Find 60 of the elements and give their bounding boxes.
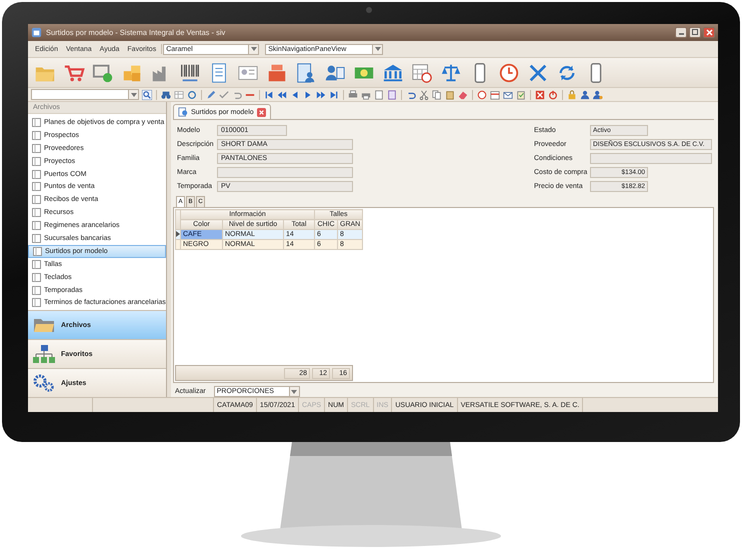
toolbar-button[interactable] (411, 62, 433, 84)
person-icon[interactable] (580, 90, 590, 100)
binoculars-icon[interactable] (161, 90, 171, 100)
list-item-icon (32, 286, 41, 295)
caret-icon (250, 47, 257, 51)
row-pointer-icon (176, 230, 180, 236)
list-item-icon (32, 298, 41, 308)
mail-icon[interactable] (503, 90, 513, 100)
list-item-icon (32, 272, 41, 282)
list-item-icon (32, 182, 41, 192)
input-field[interactable] (590, 153, 712, 164)
list-item-icon (33, 246, 42, 256)
close-button[interactable] (703, 27, 715, 38)
first-icon[interactable] (264, 90, 274, 100)
app-icon (31, 27, 42, 38)
calendar-clock-icon (411, 62, 433, 84)
document-globe-icon (178, 107, 188, 117)
check-icon[interactable] (219, 90, 229, 100)
list-item-icon (32, 118, 41, 127)
list-item-icon (32, 234, 41, 243)
list-item-icon (32, 195, 41, 204)
clipboard-icon[interactable] (516, 90, 526, 100)
list-item-icon (32, 170, 41, 178)
close-icon[interactable] (535, 90, 545, 100)
calendar-icon[interactable] (490, 90, 500, 100)
document-person-icon (295, 62, 317, 84)
undo-icon[interactable] (232, 90, 242, 100)
lock-icon[interactable] (567, 90, 577, 100)
maximize-icon (690, 28, 700, 37)
power-icon[interactable] (548, 90, 558, 100)
search-icon (142, 90, 152, 100)
list-item-icon (32, 156, 41, 166)
caret-icon (130, 92, 136, 96)
gears-icon (33, 374, 55, 392)
list-item-icon (32, 221, 41, 230)
toolbar-button[interactable] (295, 62, 317, 84)
undo-icon[interactable] (406, 90, 416, 100)
close-icon (704, 28, 714, 37)
person-icon[interactable] (593, 90, 603, 100)
clipboard-icon[interactable] (445, 90, 455, 100)
last-icon[interactable] (329, 90, 339, 100)
list-item-icon (32, 130, 41, 140)
caret-icon (374, 47, 381, 51)
folder-icon (33, 317, 55, 333)
close-icon[interactable] (256, 108, 266, 116)
scissors-icon[interactable] (419, 90, 429, 100)
copy-icon[interactable] (432, 90, 442, 100)
minimize-button[interactable] (675, 27, 687, 38)
caret-icon (291, 390, 298, 394)
list-item-icon (32, 144, 41, 153)
camera-dot (366, 7, 372, 13)
hierarchy-icon (33, 345, 55, 363)
grid-icon[interactable] (174, 90, 184, 100)
printer-icon[interactable] (348, 90, 358, 100)
row-indicator-header (176, 210, 180, 230)
list-item-icon (32, 260, 41, 269)
search-field[interactable] (31, 89, 139, 100)
list-item-icon (32, 208, 41, 218)
input-field[interactable] (217, 167, 353, 178)
maximize-button[interactable] (689, 27, 701, 38)
